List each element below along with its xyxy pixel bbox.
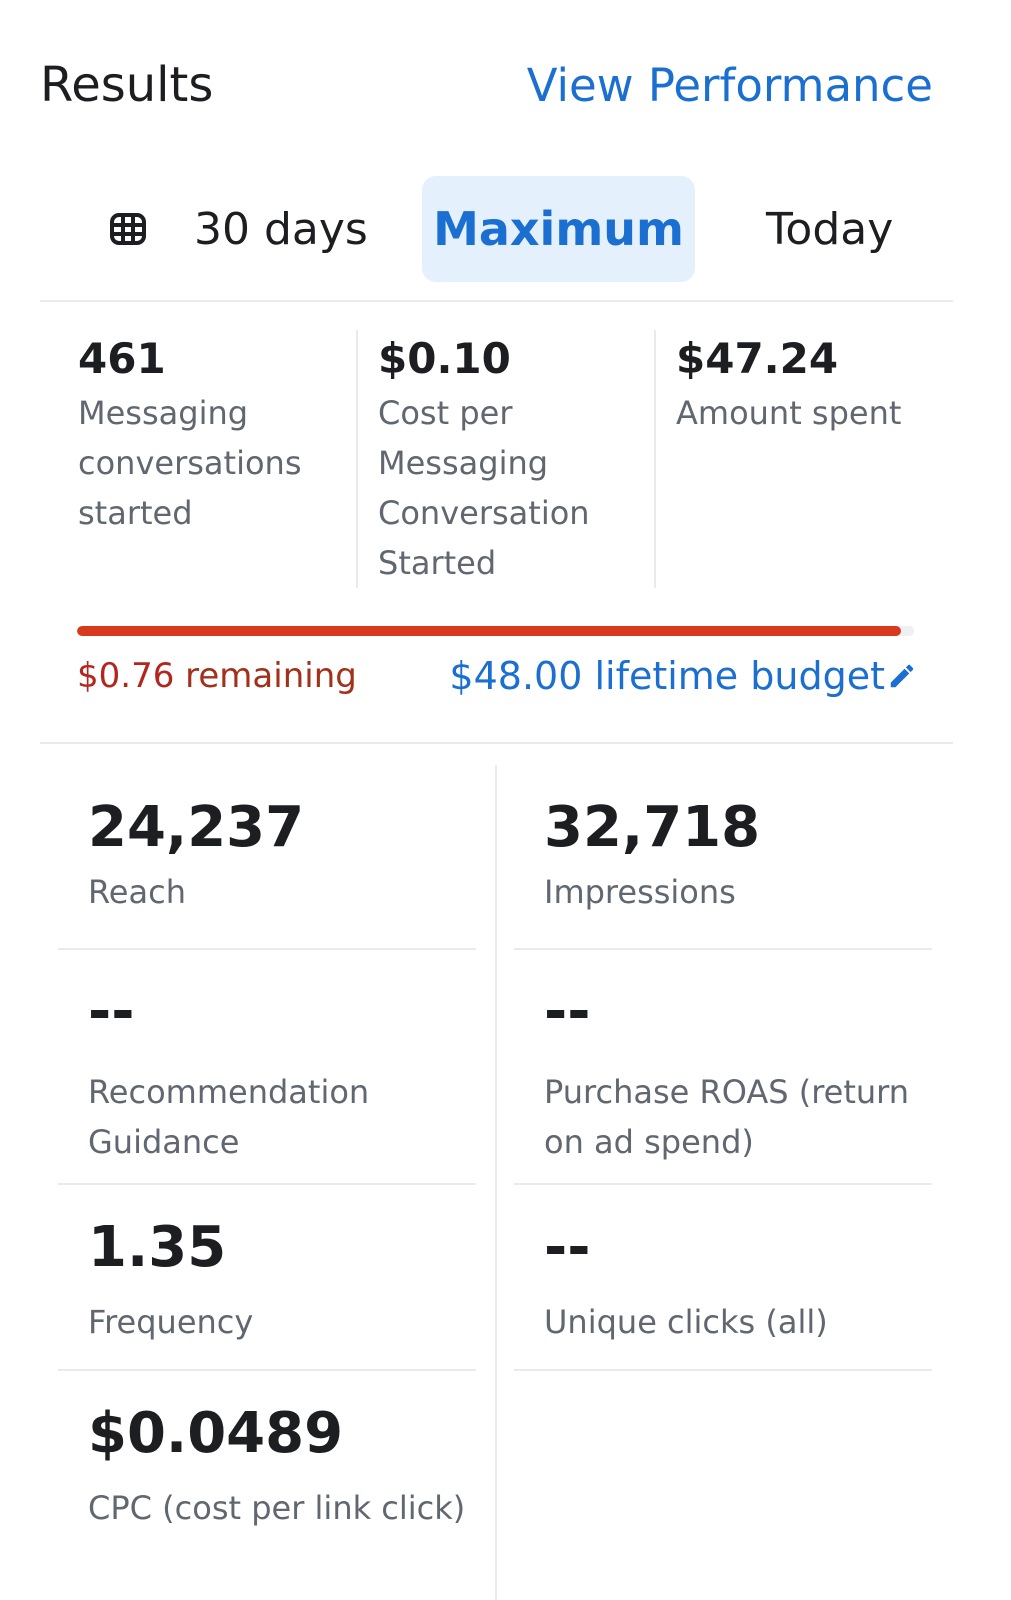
metric-value: $0.0489 — [88, 1401, 344, 1466]
edit-lifetime-budget[interactable]: $48.00 lifetime budget — [449, 654, 917, 698]
metric-frequency: 1.35 Frequency — [58, 1213, 476, 1347]
metric-label: Frequency — [88, 1303, 254, 1341]
remaining-amount: $0.76 — [77, 656, 175, 696]
stat-label-line: Started — [378, 544, 497, 582]
metric-label: Reach — [88, 873, 186, 911]
metric-recommendation-guidance: -- Recommendation Guidance — [58, 977, 476, 1167]
row-divider — [514, 1183, 932, 1185]
stat-amount-spent: $47.24 Amount spent — [654, 330, 953, 588]
metric-value: -- — [88, 979, 135, 1044]
budget-progress-fill — [77, 626, 901, 636]
stat-value: $0.10 — [378, 334, 511, 383]
divider — [40, 742, 953, 744]
row-divider — [514, 948, 932, 950]
stat-label-line: Messaging — [78, 394, 249, 432]
row-divider — [514, 1369, 932, 1371]
metric-cpc: $0.0489 CPC (cost per link click) — [58, 1399, 476, 1533]
metric-label-line: Recommendation — [88, 1073, 370, 1111]
pencil-icon — [890, 664, 914, 688]
stat-label-line: Messaging — [378, 444, 549, 482]
column-divider — [495, 765, 497, 1600]
date-range-tabs: 30 days Maximum Today — [40, 176, 953, 282]
remaining-text: remaining — [174, 656, 357, 696]
stat-label-line: Amount spent — [676, 394, 902, 432]
divider — [40, 300, 953, 302]
stat-label-line: started — [78, 494, 193, 532]
metric-label-line: Guidance — [88, 1123, 240, 1161]
stat-messaging-conversations: 461 Messaging conversations started — [40, 330, 356, 588]
metric-label: Unique clicks (all) — [544, 1303, 828, 1341]
metric-unique-clicks: -- Unique clicks (all) — [514, 1213, 932, 1347]
metric-value: -- — [544, 979, 591, 1044]
metric-label: CPC (cost per link click) — [88, 1489, 466, 1527]
metric-label-line: Purchase ROAS (return — [544, 1073, 910, 1111]
stat-label: Cost per Messaging Conversation Started — [378, 388, 654, 588]
metric-reach: 24,237 Reach — [58, 793, 476, 917]
tab-maximum[interactable]: Maximum — [422, 176, 695, 282]
row-divider — [58, 948, 476, 950]
stat-label-line: Conversation — [378, 494, 590, 532]
metrics-grid: 24,237 Reach 32,718 Impressions -- Recom… — [58, 765, 934, 1600]
row-divider — [58, 1369, 476, 1371]
stat-value: $47.24 — [676, 334, 839, 383]
metric-label: Recommendation Guidance — [88, 1067, 476, 1167]
results-header: Results View Performance — [40, 50, 933, 120]
metric-label-line: on ad spend) — [544, 1123, 754, 1161]
metric-value: 1.35 — [88, 1215, 227, 1280]
stat-label: Amount spent — [676, 388, 953, 438]
metric-label: Purchase ROAS (return on ad spend) — [544, 1067, 932, 1167]
tab-today[interactable]: Today — [766, 176, 893, 282]
page-title: Results — [40, 57, 214, 113]
calendar-icon — [110, 213, 146, 245]
lifetime-budget-label: $48.00 lifetime budget — [449, 654, 885, 698]
metric-value: 24,237 — [88, 795, 305, 860]
stat-value: 461 — [78, 334, 166, 383]
budget-remaining: $0.76 remaining — [77, 656, 357, 696]
stat-cost-per-conversation: $0.10 Cost per Messaging Conversation St… — [356, 330, 654, 588]
row-divider — [58, 1183, 476, 1185]
stat-label: Messaging conversations started — [78, 388, 356, 538]
stat-label-line: conversations — [78, 444, 302, 482]
summary-stats: 461 Messaging conversations started $0.1… — [40, 330, 953, 588]
metric-value: -- — [544, 1215, 591, 1280]
tab-last-30-days-label: 30 days — [194, 203, 368, 255]
tab-last-30-days[interactable]: 30 days — [110, 176, 368, 282]
view-performance-link[interactable]: View Performance — [527, 59, 933, 112]
metric-purchase-roas: -- Purchase ROAS (return on ad spend) — [514, 977, 932, 1167]
metric-impressions: 32,718 Impressions — [514, 793, 932, 917]
stat-label-line: Cost per — [378, 394, 513, 432]
metric-label: Impressions — [544, 873, 736, 911]
budget-progress-bar — [77, 626, 914, 636]
metric-value: 32,718 — [544, 795, 761, 860]
budget-info: $0.76 remaining $48.00 lifetime budget — [77, 650, 917, 702]
